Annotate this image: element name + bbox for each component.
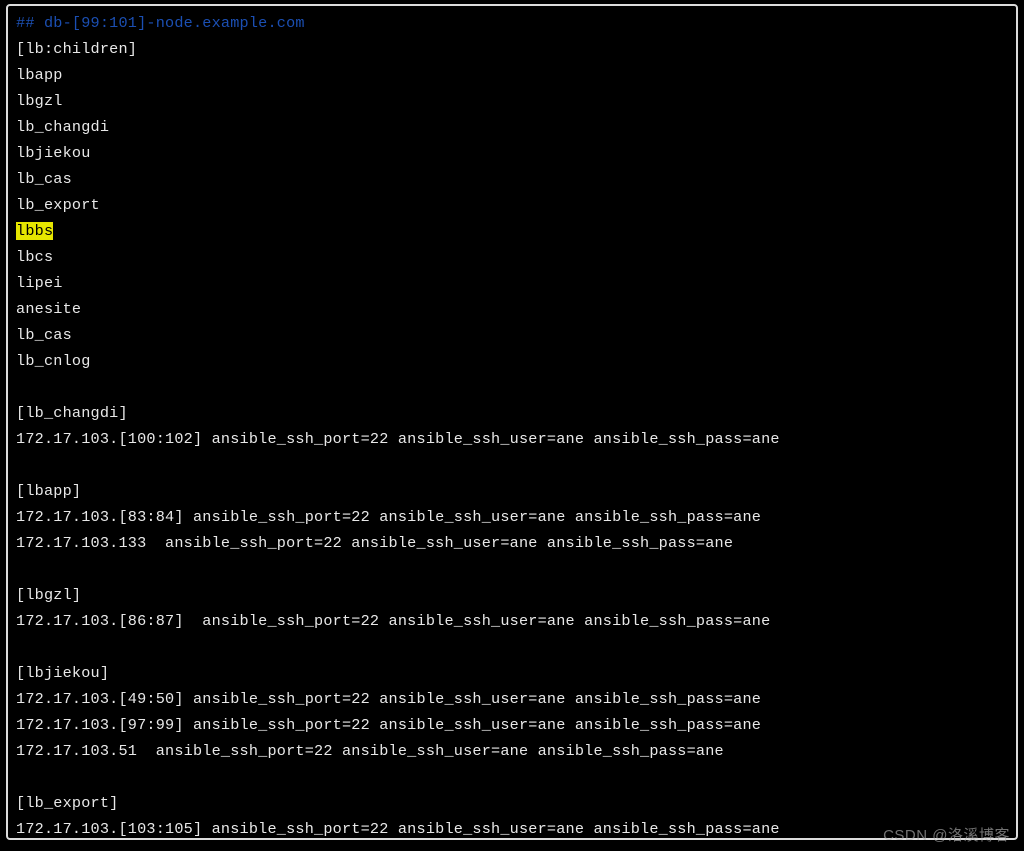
- terminal-line: [16, 452, 1008, 478]
- terminal-line: lb_changdi: [16, 114, 1008, 140]
- terminal-line: [lb_changdi]: [16, 400, 1008, 426]
- terminal-line: [16, 374, 1008, 400]
- terminal-line: 172.17.103.[86:87] ansible_ssh_port=22 a…: [16, 608, 1008, 634]
- terminal-line: [lbapp]: [16, 478, 1008, 504]
- terminal-line: lipei: [16, 270, 1008, 296]
- terminal-line: lb_cas: [16, 322, 1008, 348]
- terminal-line: [lbgzl]: [16, 582, 1008, 608]
- terminal-line: [16, 764, 1008, 790]
- terminal-content[interactable]: ## db-[99:101]-node.example.com[lb:child…: [16, 10, 1008, 840]
- terminal-line: lb_cas: [16, 166, 1008, 192]
- highlighted-text: lbbs: [16, 222, 53, 240]
- terminal-line: 172.17.103.51 ansible_ssh_port=22 ansibl…: [16, 738, 1008, 764]
- terminal-line: lbgzl: [16, 88, 1008, 114]
- terminal-line: lbcs: [16, 244, 1008, 270]
- terminal-line: [16, 556, 1008, 582]
- terminal-line: 172.17.103.[49:50] ansible_ssh_port=22 a…: [16, 686, 1008, 712]
- terminal-line: anesite: [16, 296, 1008, 322]
- terminal-line: lbapp: [16, 62, 1008, 88]
- terminal-line: 172.17.103.[100:102] ansible_ssh_port=22…: [16, 426, 1008, 452]
- terminal-line: [16, 634, 1008, 660]
- terminal-frame: ## db-[99:101]-node.example.com[lb:child…: [6, 4, 1018, 840]
- terminal-line: lb_cnlog: [16, 348, 1008, 374]
- terminal-line: [lbjiekou]: [16, 660, 1008, 686]
- terminal-line: 172.17.103.[103:105] ansible_ssh_port=22…: [16, 816, 1008, 840]
- terminal-line: [lb:children]: [16, 36, 1008, 62]
- terminal-line: 172.17.103.[83:84] ansible_ssh_port=22 a…: [16, 504, 1008, 530]
- terminal-line: [lb_export]: [16, 790, 1008, 816]
- terminal-line: 172.17.103.[97:99] ansible_ssh_port=22 a…: [16, 712, 1008, 738]
- terminal-line: ## db-[99:101]-node.example.com: [16, 10, 1008, 36]
- terminal-line: lbjiekou: [16, 140, 1008, 166]
- terminal-line: 172.17.103.133 ansible_ssh_port=22 ansib…: [16, 530, 1008, 556]
- terminal-line: lb_export: [16, 192, 1008, 218]
- terminal-line: lbbs: [16, 218, 1008, 244]
- watermark: CSDN @洛溪博客: [883, 824, 1010, 845]
